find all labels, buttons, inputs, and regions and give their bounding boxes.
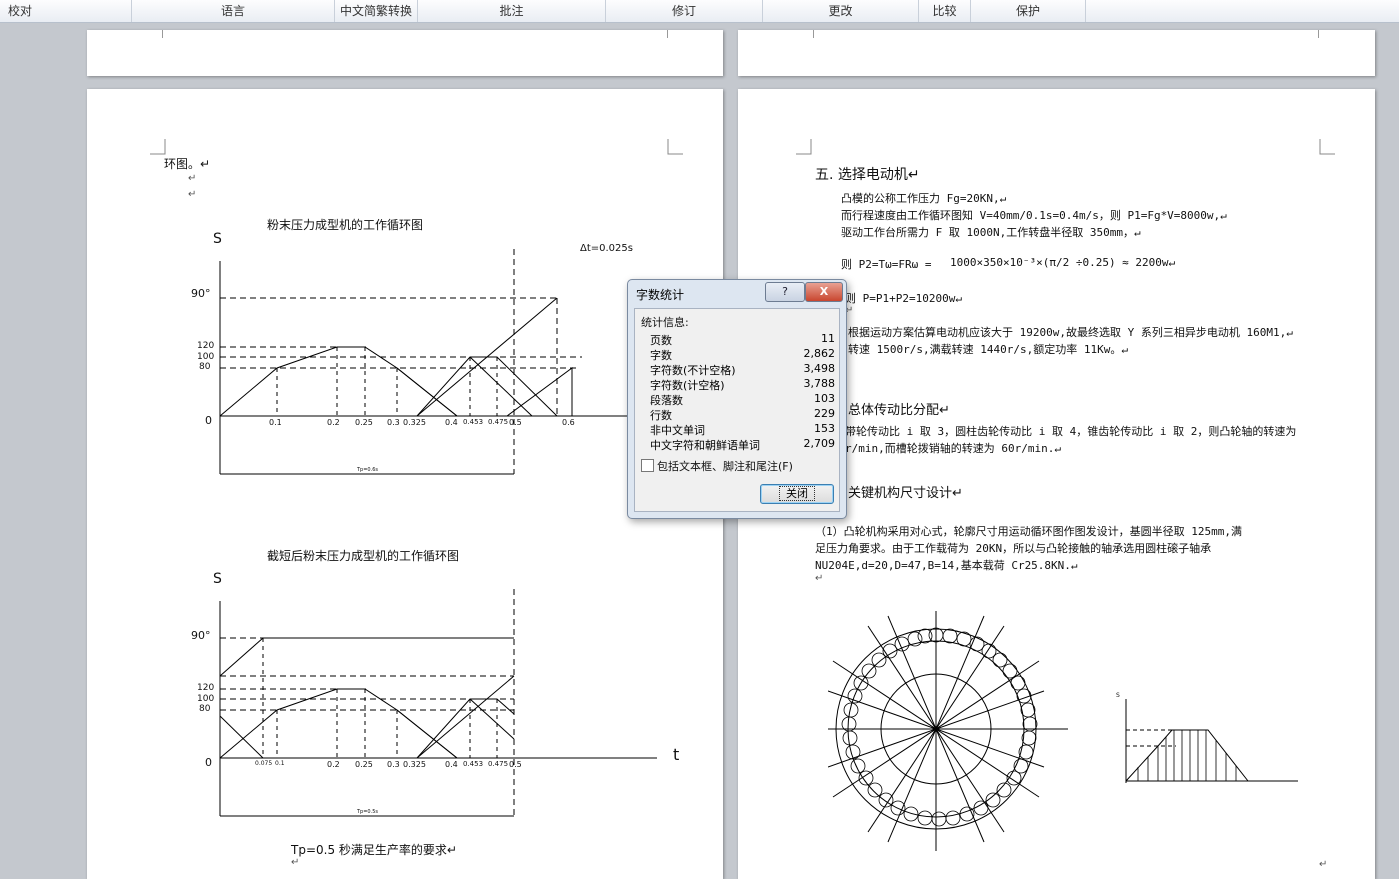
dialog-title: 字数统计 — [636, 288, 685, 302]
ribbon-group-comments[interactable]: 批注 — [418, 0, 606, 22]
paragraph-line: （1）凸轮机构采用对心式，轮廓尺寸用运动循环图作图发设计，基圆半径取 125mm… — [815, 525, 1242, 538]
ribbon-bar: 校对 语言 中文简繁转换 批注 修订 更改 比较 保护 — [0, 0, 1399, 23]
stat-label: 段落数 — [650, 394, 683, 407]
paragraph-line: 带轮传动比 i 取 3，圆柱齿轮传动比 i 取 4，锥齿轮传动比 i 取 2，则… — [845, 425, 1297, 438]
paragraph-line: 足压力角要求。由于工作载荷为 20KN，所以与凸轮接触的轴承选用圆柱磙子轴承 — [815, 542, 1212, 555]
ribbon-label: 修订 — [671, 4, 696, 18]
stat-value: 229 — [814, 407, 835, 420]
y-label: 120 — [197, 683, 215, 693]
stat-value: 2,862 — [803, 347, 836, 360]
x-label: 0.325 — [403, 760, 426, 769]
conclusion-line: Tp=0.5 秒满足生产率的要求↵ — [291, 843, 457, 857]
stat-label: 非中文单词 — [650, 424, 705, 437]
checkbox-label: 包括文本框、脚注和尾注(F) — [657, 460, 793, 473]
stat-label: 中文字符和朝鲜语单词 — [650, 439, 760, 452]
stat-label: 字符数(计空格) — [650, 379, 725, 392]
paragraph-mark: ↵ — [815, 573, 824, 584]
paragraph-line: NU204E,d=20,D=47,B=14,基本载荷 Cr25.8KN.↵ — [815, 559, 1078, 572]
small-cycle-chart — [1125, 699, 1298, 783]
paragraph-line: 驱动工作台所需力 F 取 1000N,工作转盘半径取 350mm，↵ — [841, 226, 1141, 239]
cam-mechanism-figure — [828, 611, 1068, 851]
paragraph-line: 凸模的公称工作压力 Fg=20KN,↵ — [841, 192, 1007, 205]
chart2-axis-s: S — [213, 571, 222, 587]
stat-label: 字符数(不计空格) — [650, 364, 736, 377]
stat-label: 页数 — [650, 334, 672, 347]
x-label: 0.2 — [327, 760, 340, 769]
x-label: 0.25 — [355, 760, 373, 769]
ribbon-group-chinese-conversion[interactable]: 中文简繁转换 — [335, 0, 418, 22]
stat-value: 153 — [814, 422, 835, 435]
close-icon: X — [819, 285, 829, 298]
y-label: 80 — [199, 704, 211, 714]
x-label: 0.453 — [463, 760, 484, 768]
formula-prefix: 则 P2=Tω=FRω = — [841, 258, 932, 271]
stat-row: 段落数 103 — [650, 392, 835, 408]
paragraph-line: 转速 1500r/s,满载转速 1440r/s,额定功率 11Kw。↵ — [848, 343, 1128, 356]
paragraph-mark: ↵ — [1319, 859, 1328, 870]
x-label: 0.5 — [509, 760, 522, 769]
close-button-label: 关闭 — [779, 486, 815, 501]
section-heading: 总体传动比分配↵ — [848, 403, 950, 418]
ribbon-label: 语言 — [220, 4, 245, 18]
close-window-button[interactable]: X — [805, 282, 843, 302]
formula: 1000×350×10⁻³×(π/2 ÷0.25) ≈ 2200w↵ — [950, 256, 1176, 269]
paragraph-line: 则 P=P1+P2=10200w↵ — [845, 292, 962, 305]
margin-corner-mark — [1319, 139, 1335, 155]
stat-value: 3,788 — [803, 377, 836, 390]
x-label: 0.075 — [255, 760, 273, 767]
ribbon-group-protect[interactable]: 保护 — [971, 0, 1086, 22]
stat-row: 字符数(不计空格) 3,498 — [650, 362, 835, 378]
page-top-right — [738, 30, 1375, 76]
ribbon-label: 比较 — [932, 4, 957, 18]
x-label: 0.4 — [445, 760, 458, 769]
stat-label: 字数 — [650, 349, 672, 362]
ribbon-group-tracking[interactable]: 修订 — [606, 0, 763, 22]
ribbon-group-language[interactable]: 语言 — [132, 0, 335, 22]
paragraph-mark: ↵ — [291, 857, 300, 868]
stat-row: 字数 2,862 — [650, 347, 835, 363]
chart2-title: 截短后粉末压力成型机的工作循环图 — [267, 549, 460, 563]
ribbon-label: 保护 — [1015, 4, 1040, 18]
ribbon-label: 更改 — [828, 4, 853, 18]
y-label: 100 — [197, 694, 215, 704]
stat-row: 字符数(计空格) 3,788 — [650, 377, 835, 393]
stat-row: 行数 229 — [650, 407, 835, 423]
paragraph-line: 根据运动方案估算电动机应该大于 19200w,故最终选取 Y 系列三相异步电动机… — [848, 326, 1293, 339]
chart2-tp-label: Tp=0.5s — [357, 809, 378, 815]
stat-value: 3,498 — [803, 362, 836, 375]
page-top-left — [87, 30, 723, 76]
paragraph-line: r/min,而槽轮拨销轴的转速为 60r/min.↵ — [845, 442, 1061, 455]
chart2-axis-t: t — [673, 745, 680, 764]
stat-row: 页数 11 — [650, 332, 835, 348]
section-heading: 关键机构尺寸设计↵ — [848, 486, 963, 501]
stat-row: 中文字符和朝鲜语单词 2,709 — [650, 437, 835, 453]
ribbon-label: 中文简繁转换 — [339, 4, 412, 18]
paragraph-line: 而行程速度由工作循环图知 V=40mm/0.1s=0.4m/s，则 P1=Fg*… — [841, 209, 1227, 222]
word-count-dialog: 字数统计 ? X 统计信息: 页数 11 字数 2,862 字符数(不计空格) 3,4… — [627, 279, 847, 519]
ribbon-label: 批注 — [499, 4, 524, 18]
x-label: 0.3 — [387, 760, 400, 769]
x-label: 0.1 — [275, 760, 285, 767]
stat-value: 103 — [814, 392, 835, 405]
ribbon-group-proofing[interactable]: 校对 — [0, 0, 132, 22]
stat-value: 11 — [821, 332, 835, 345]
help-button[interactable]: ? — [765, 282, 805, 302]
ribbon-label: 校对 — [8, 4, 33, 18]
x-label: 0.475 — [488, 760, 509, 768]
stat-row: 非中文单词 153 — [650, 422, 835, 438]
ribbon-group-changes[interactable]: 更改 — [763, 0, 919, 22]
stat-value: 2,709 — [803, 437, 836, 450]
stat-label: 行数 — [650, 409, 672, 422]
y-label: 0 — [205, 756, 212, 769]
help-icon: ? — [782, 285, 788, 298]
stats-section-label: 统计信息: — [641, 316, 689, 329]
ribbon-group-compare[interactable]: 比较 — [919, 0, 971, 22]
include-textboxes-checkbox[interactable] — [641, 459, 654, 472]
section-heading: 五. 选择电动机↵ — [815, 167, 920, 183]
margin-corner-mark — [796, 139, 812, 155]
close-button[interactable]: 关闭 — [760, 484, 834, 504]
y-label: 90° — [191, 629, 211, 642]
dialog-body: 统计信息: 页数 11 字数 2,862 字符数(不计空格) 3,498 字符数(计空… — [634, 308, 840, 512]
